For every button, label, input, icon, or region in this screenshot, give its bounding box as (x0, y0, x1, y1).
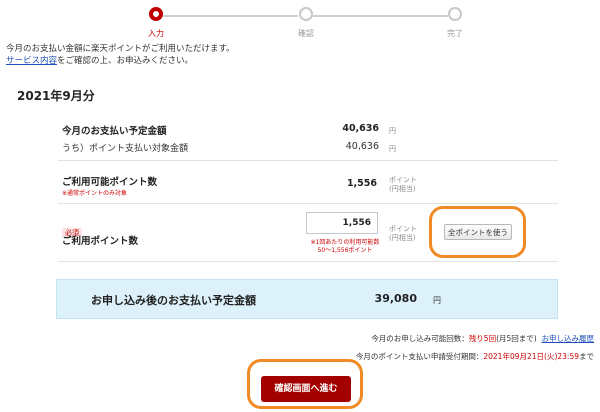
summary-value: 39,080 (374, 292, 417, 305)
application-deadline: 今月のポイント支払い申請受付期間：2021年09月21日(火)23:59まで (356, 351, 594, 362)
remaining-prefix: 今月のお申し込み可能回数： (371, 334, 469, 343)
intro-text: 今月のお支払い金額に楽天ポイントがご利用いただけます。 サービス内容をご確認の上… (6, 43, 235, 67)
intro-line-2: サービス内容をご確認の上、お申込みください。 (6, 55, 235, 67)
point-target-value: 40,636 (345, 141, 379, 152)
step-complete-label: 完了 (447, 29, 463, 38)
available-points-unit-yen: (円相当) (389, 185, 416, 193)
billing-period-heading: 2021年9月分 (17, 89, 95, 103)
step-confirm-indicator (299, 7, 313, 21)
summary-panel: お申し込み後のお支払い予定金額 39,080 円 (56, 279, 558, 319)
highlight-ring-use-all (429, 206, 526, 258)
use-points-input[interactable]: 1,556 (306, 212, 378, 234)
application-history-link[interactable]: お申し込み履歴 (542, 334, 595, 343)
use-points-unit-yen: (円相当) (389, 234, 416, 242)
available-points-value: 1,556 (346, 178, 377, 189)
use-points-note-2: 50〜1,556ポイント (317, 247, 373, 254)
service-details-link[interactable]: サービス内容 (6, 56, 57, 66)
available-points-note: ※通常ポイントのみ対象 (62, 190, 128, 197)
highlight-ring-confirm (247, 359, 363, 409)
step-input-label: 入力 (148, 29, 164, 38)
divider (58, 203, 558, 204)
divider (58, 160, 558, 161)
deadline-prefix: 今月のポイント支払い申請受付期間： (355, 352, 484, 361)
scheduled-payment-value: 40,636 (342, 123, 379, 134)
summary-unit: 円 (433, 296, 441, 305)
remaining-value: 残り5回 (468, 334, 497, 343)
intro-line-2-rest: をご確認の上、お申込みください。 (57, 56, 194, 66)
available-points-label: ご利用可能ポイント数 (62, 177, 158, 188)
step-input-indicator (149, 7, 163, 21)
deadline-suffix: まで (579, 352, 594, 361)
stepper-line (313, 15, 448, 17)
divider (58, 261, 558, 262)
remaining-applications: 今月のお申し込み可能回数：残り5回(月5回まで) お申し込み履歴 (371, 333, 594, 344)
step-confirm-label: 確認 (298, 29, 314, 38)
summary-label: お申し込み後のお支払い予定金額 (91, 294, 256, 307)
scheduled-payment-label: 今月のお支払い予定金額 (62, 126, 167, 137)
stepper-line (163, 15, 298, 17)
remaining-suffix: (月5回まで) (496, 334, 537, 343)
step-complete-indicator (448, 7, 462, 21)
scheduled-payment-unit: 円 (389, 127, 396, 135)
point-target-label: うち）ポイント支払い対象金額 (62, 144, 189, 154)
deadline-value: 2021年09月21日(火)23:59 (483, 352, 579, 361)
use-points-label: ご利用ポイント数 (62, 236, 139, 247)
point-target-unit: 円 (389, 145, 396, 153)
intro-line-1: 今月のお支払い金額に楽天ポイントがご利用いただけます。 (6, 44, 235, 54)
